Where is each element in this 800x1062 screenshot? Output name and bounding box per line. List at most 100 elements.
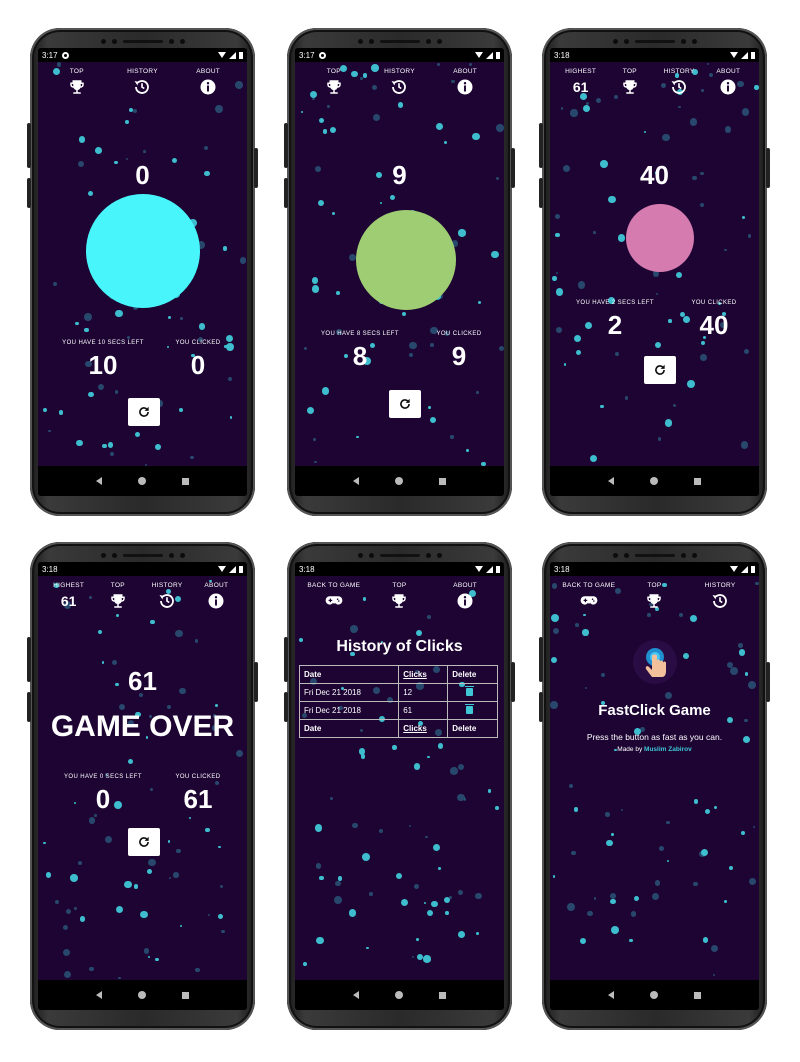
recents-icon[interactable] xyxy=(439,477,446,485)
nav-top[interactable]: TOP xyxy=(312,68,356,96)
click-target-circle[interactable] xyxy=(626,204,694,272)
nav-top[interactable]: TOP xyxy=(55,68,99,96)
wifi-icon xyxy=(475,52,483,58)
nav-about[interactable]: ABOUT xyxy=(186,68,230,96)
particle-dot xyxy=(218,845,221,849)
col-footer-clicks[interactable]: Clicks xyxy=(398,719,449,738)
back-icon[interactable] xyxy=(96,477,102,485)
nav-label: ABOUT xyxy=(453,582,478,589)
recents-icon[interactable] xyxy=(694,477,701,485)
particle-dot xyxy=(683,653,689,660)
particle-dot xyxy=(568,783,573,788)
particle-dot xyxy=(728,865,734,871)
particle-dot xyxy=(179,317,183,320)
col-header-date[interactable]: Date xyxy=(298,665,400,684)
home-icon[interactable] xyxy=(650,477,658,485)
nav-history[interactable]: HISTORY xyxy=(377,68,421,96)
trash-icon[interactable] xyxy=(465,703,475,714)
restart-button[interactable] xyxy=(644,356,676,384)
restart-button[interactable] xyxy=(389,390,421,418)
home-icon[interactable] xyxy=(138,477,146,485)
particle-dot xyxy=(700,354,707,361)
trophy-icon xyxy=(325,78,343,96)
nav-top[interactable]: TOP xyxy=(608,68,652,96)
refresh-icon xyxy=(400,398,410,409)
nav-back-to-game[interactable]: BACK TO GAME xyxy=(307,582,360,610)
nav-history[interactable]: HISTORY xyxy=(698,582,742,610)
particle-dot xyxy=(126,335,131,340)
click-target-circle[interactable] xyxy=(356,210,456,310)
particle-dot xyxy=(426,910,433,917)
particle-dot xyxy=(124,120,129,124)
particle-dot xyxy=(400,898,409,907)
nav-back-to-game[interactable]: BACK TO GAME xyxy=(562,582,615,610)
particle-dot xyxy=(686,379,695,388)
particle-dot xyxy=(350,625,358,633)
top-nav: HIGHEST 61 TOP HISTORY ABOUT xyxy=(550,68,759,96)
particle-dot xyxy=(335,880,341,887)
recents-icon[interactable] xyxy=(182,991,189,999)
battery-icon xyxy=(496,565,500,573)
particle-dot xyxy=(315,863,321,869)
col-footer-date[interactable]: Date xyxy=(298,719,400,738)
back-icon[interactable] xyxy=(608,477,614,485)
home-icon[interactable] xyxy=(395,991,403,999)
nav-about[interactable]: ABOUT xyxy=(443,68,487,96)
nav-top[interactable]: TOP xyxy=(632,582,676,610)
restart-button[interactable] xyxy=(128,828,160,856)
particle-dot xyxy=(303,961,308,966)
particle-dot xyxy=(214,703,219,708)
particle-dot xyxy=(593,897,597,900)
particle-dot xyxy=(552,627,560,634)
about-credit: Made by Muslim Zabirov xyxy=(550,746,759,753)
history-icon xyxy=(158,592,176,610)
particle-dot xyxy=(127,758,134,764)
time-left-stat: YOU HAVE 8 SECS LEFT 8 xyxy=(315,331,405,372)
nav-top[interactable]: TOP xyxy=(96,582,140,610)
restart-button[interactable] xyxy=(128,398,160,426)
wifi-icon xyxy=(218,52,226,58)
top-nav: BACK TO GAME TOP HISTORY xyxy=(550,582,759,610)
home-icon[interactable] xyxy=(395,477,403,485)
signal-icon xyxy=(229,565,236,573)
particle-dot xyxy=(358,748,366,755)
nav-history[interactable]: HISTORY xyxy=(145,582,189,610)
trash-icon[interactable] xyxy=(465,685,475,696)
back-icon[interactable] xyxy=(353,477,359,485)
col-header-clicks[interactable]: Clicks xyxy=(398,665,449,684)
back-icon[interactable] xyxy=(96,991,102,999)
particle-dot xyxy=(236,750,244,758)
home-icon[interactable] xyxy=(650,991,658,999)
nav-history[interactable]: HISTORY xyxy=(657,68,701,96)
nav-top[interactable]: TOP xyxy=(377,582,421,610)
trophy-icon xyxy=(390,592,408,610)
particle-dot xyxy=(175,848,181,854)
particle-dot xyxy=(148,858,156,867)
particle-dot xyxy=(630,910,637,917)
home-icon[interactable] xyxy=(138,991,146,999)
nav-about[interactable]: ABOUT xyxy=(194,582,238,610)
particle-dot xyxy=(713,805,717,809)
author-link[interactable]: Muslim Zabirov xyxy=(644,746,692,753)
time-left-label: YOU HAVE 0 SECS LEFT xyxy=(64,774,142,780)
recents-icon[interactable] xyxy=(182,477,189,485)
recents-icon[interactable] xyxy=(439,991,446,999)
nav-label: BACK TO GAME xyxy=(307,582,361,589)
particle-dot xyxy=(665,419,673,427)
click-target-circle[interactable] xyxy=(86,194,200,308)
particle-dot xyxy=(102,443,107,448)
android-nav-bar xyxy=(550,466,759,496)
nav-about[interactable]: ABOUT xyxy=(443,582,487,610)
recents-icon[interactable] xyxy=(694,991,701,999)
nav-history[interactable]: HISTORY xyxy=(120,68,164,96)
particle-dot xyxy=(748,877,756,885)
back-icon[interactable] xyxy=(353,991,359,999)
clicked-label: YOU CLICKED xyxy=(436,331,482,337)
back-icon[interactable] xyxy=(608,991,614,999)
android-nav-bar xyxy=(38,980,247,1010)
nav-about[interactable]: ABOUT xyxy=(706,68,750,96)
particle-dot xyxy=(87,191,93,197)
particle-dot xyxy=(318,875,324,881)
particle-dot xyxy=(584,686,588,690)
col-header-delete: Delete xyxy=(447,665,498,684)
